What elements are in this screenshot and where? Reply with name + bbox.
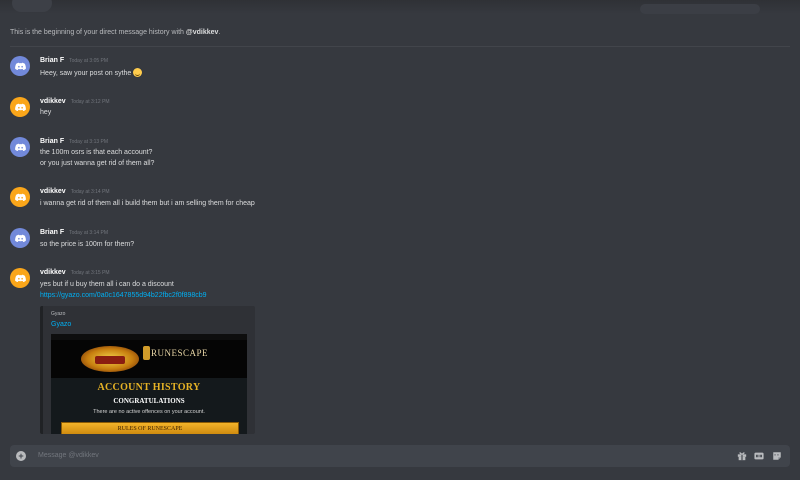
plus-icon[interactable]: +	[16, 451, 26, 461]
avatar[interactable]	[10, 97, 30, 117]
osrs-logo-icon	[81, 346, 139, 372]
author-name[interactable]: Brian F	[40, 229, 64, 236]
message-text: i wanna get rid of them all i build them…	[40, 200, 255, 207]
image-rules-button: RULES OF RUNESCAPE	[61, 422, 239, 434]
message-text: the 100m osrs is that each account?	[40, 149, 153, 156]
message-text: Heey, saw your post on sythe	[40, 68, 143, 79]
avatar[interactable]	[10, 268, 30, 288]
timestamp: Today at 3:14 PM	[69, 230, 109, 236]
runescape-logo: RUNESCAPE	[142, 346, 209, 360]
discord-logo-icon	[14, 234, 26, 242]
sticker-icon[interactable]	[772, 451, 782, 461]
link-embed: Gyazo Gyazo RUNESCAPE ACCOUNT HISTORY CO…	[40, 306, 255, 434]
message-text: so the price is 100m for them?	[40, 241, 135, 248]
header-avatar	[12, 0, 52, 12]
message-link[interactable]: https://gyazo.com/0a0c1647855d94b22fbc2f…	[40, 291, 207, 301]
discord-logo-icon	[14, 62, 26, 70]
discord-logo-icon	[14, 103, 26, 111]
image-heading: ACCOUNT HISTORY	[97, 382, 201, 393]
discord-logo-icon	[14, 274, 26, 282]
avatar[interactable]	[10, 56, 30, 76]
timestamp: Today at 3:15 PM	[70, 270, 110, 276]
author-name[interactable]: Brian F	[40, 138, 64, 145]
message-composer[interactable]: + Message @vdikkev	[10, 445, 790, 467]
timestamp: Today at 3:12 PM	[70, 99, 110, 105]
gift-icon[interactable]	[737, 451, 747, 461]
smiley-icon	[133, 68, 143, 77]
header-controls	[640, 4, 760, 14]
timestamp: Today at 3:05 PM	[69, 58, 109, 64]
message-input[interactable]: Message @vdikkev	[38, 452, 99, 459]
image-body-text: There are no active offences on your acc…	[93, 409, 205, 415]
author-name[interactable]: Brian F	[40, 57, 64, 64]
avatar[interactable]	[10, 228, 30, 248]
author-name[interactable]: vdikkev	[40, 188, 66, 195]
intro-username[interactable]: @vdikkev	[186, 29, 219, 36]
message-text: yes but if u buy them all i can do a dis…	[40, 281, 174, 288]
gif-icon[interactable]	[754, 451, 764, 461]
intro-divider	[10, 46, 790, 47]
message-text: hey	[40, 109, 52, 116]
intro-text: This is the beginning of your direct mes…	[10, 29, 186, 36]
avatar[interactable]	[10, 137, 30, 157]
discord-logo-icon	[14, 193, 26, 201]
avatar[interactable]	[10, 187, 30, 207]
channel-header	[0, 0, 800, 14]
message-text: or you just wanna get rid of them all?	[40, 160, 155, 167]
dm-intro: This is the beginning of your direct mes…	[10, 29, 221, 36]
embed-provider[interactable]: Gyazo	[51, 311, 65, 317]
timestamp: Today at 3:14 PM	[70, 189, 110, 195]
author-name[interactable]: vdikkev	[40, 98, 66, 105]
embed-image[interactable]: RUNESCAPE ACCOUNT HISTORY CONGRATULATION…	[51, 334, 247, 434]
embed-title[interactable]: Gyazo	[51, 321, 71, 328]
timestamp: Today at 3:13 PM	[69, 139, 109, 145]
author-name[interactable]: vdikkev	[40, 269, 66, 276]
image-subheading: CONGRATULATIONS	[113, 397, 185, 405]
discord-logo-icon	[14, 143, 26, 151]
